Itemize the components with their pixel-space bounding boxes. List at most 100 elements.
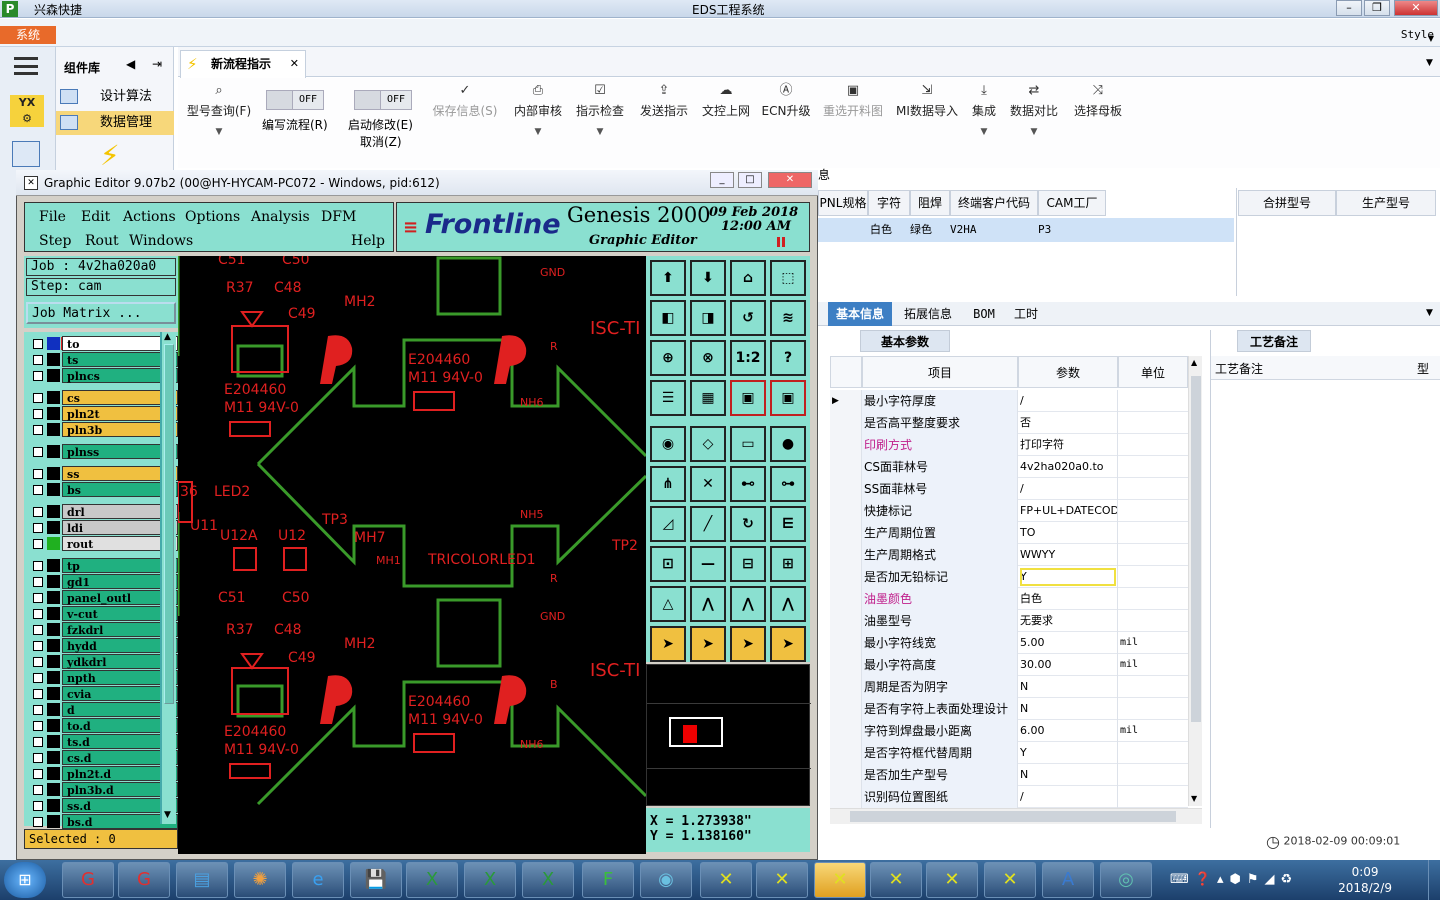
layer-row[interactable]: fzkdrl bbox=[30, 622, 178, 637]
tab-basic-params[interactable]: 基本参数 bbox=[860, 330, 950, 352]
scroll-thumb[interactable] bbox=[1191, 376, 1201, 722]
ribbon-collapse-icon[interactable]: ▼ bbox=[1426, 58, 1433, 68]
ruler-icon[interactable]: ▭ bbox=[730, 426, 766, 462]
tab-bom[interactable]: BOM bbox=[964, 302, 1004, 326]
select-poly-icon[interactable]: ➤ bbox=[730, 626, 766, 662]
start-button[interactable]: ⊞ bbox=[4, 862, 46, 898]
system-menu-button[interactable]: 系统 bbox=[0, 26, 56, 44]
layer-row[interactable]: drl bbox=[30, 504, 178, 519]
tab-process-notes[interactable]: 工艺备注 bbox=[1237, 330, 1311, 352]
delete-icon[interactable]: ✕ bbox=[690, 466, 726, 502]
pcb-canvas[interactable]: C51 C50 R37 C48 C49 MH2 GND ISC-TI E2044… bbox=[178, 256, 646, 854]
param-row[interactable]: 印刷方式 打印字符 bbox=[830, 434, 1188, 456]
lightning-icon[interactable]: ⚡ bbox=[100, 139, 120, 172]
param-value[interactable]: 30.00 bbox=[1018, 654, 1118, 676]
layer-checkbox[interactable] bbox=[33, 641, 43, 651]
param-value[interactable]: 6.00 bbox=[1018, 720, 1118, 742]
frontline-icon[interactable]: F bbox=[582, 862, 634, 898]
rotate-icon[interactable]: ↻ bbox=[730, 506, 766, 542]
layer-checkbox[interactable] bbox=[33, 705, 43, 715]
layer-checkbox[interactable] bbox=[33, 721, 43, 731]
pan-right-icon[interactable]: ◨ bbox=[690, 300, 726, 336]
tab-new-flow[interactable]: ⚡ 新流程指示 ✕ bbox=[180, 50, 306, 78]
param-value[interactable]: 白色 bbox=[1018, 588, 1118, 610]
param-row[interactable]: 油墨颜色 白色 bbox=[830, 588, 1188, 610]
layer-checkbox[interactable] bbox=[33, 339, 43, 349]
query-button[interactable]: ⌕ 型号查询(F) ▼ bbox=[184, 84, 254, 138]
upload-button[interactable]: ☁ 文控上网 bbox=[698, 84, 754, 119]
scroll-down-icon[interactable]: ▼ bbox=[164, 810, 171, 820]
scroll-thumb[interactable] bbox=[164, 344, 174, 704]
layer-row[interactable]: pln2t bbox=[30, 406, 178, 421]
layer-checkbox[interactable] bbox=[33, 753, 43, 763]
app-g2-icon[interactable]: G bbox=[118, 862, 170, 898]
tray-icons[interactable]: ⌨❓▴⬢⚑◢♻ bbox=[1170, 872, 1298, 887]
layer-checkbox[interactable] bbox=[33, 673, 43, 683]
layer-checkbox[interactable] bbox=[33, 625, 43, 635]
check-button[interactable]: ☑ 指示检查 ▼ bbox=[572, 84, 628, 138]
param-row[interactable]: 周期是否为阴字 N bbox=[830, 676, 1188, 698]
layer-row[interactable]: to bbox=[30, 336, 178, 351]
xterm3-icon[interactable]: ✕ bbox=[814, 862, 866, 898]
param-row[interactable]: 是否高平整度要求否 bbox=[830, 412, 1188, 434]
layer-checkbox[interactable] bbox=[33, 393, 43, 403]
param-row[interactable]: 识别码位置图纸 / bbox=[830, 786, 1188, 808]
minimize-button[interactable]: – bbox=[1336, 0, 1362, 16]
param-row[interactable]: 最小字符高度 30.00 mil bbox=[830, 654, 1188, 676]
layer-checkbox[interactable] bbox=[33, 785, 43, 795]
layer-row[interactable]: cs.d bbox=[30, 750, 178, 765]
snap-alt-icon[interactable]: ▣ bbox=[770, 380, 806, 416]
tab-extended-info[interactable]: 拓展信息 bbox=[896, 302, 960, 326]
excel2-icon[interactable]: X bbox=[464, 862, 516, 898]
xterm2-icon[interactable]: ✕ bbox=[756, 862, 808, 898]
layer-checkbox[interactable] bbox=[33, 689, 43, 699]
scroll-up-icon[interactable]: ▲ bbox=[1191, 358, 1197, 367]
genesis-minimize-button[interactable]: _ bbox=[710, 172, 734, 188]
select-net-icon[interactable]: ➤ bbox=[770, 626, 806, 662]
slash-line-icon[interactable]: ╱ bbox=[690, 506, 726, 542]
layer-checkbox[interactable] bbox=[33, 801, 43, 811]
save-button[interactable]: ✓ 保存信息(S) bbox=[430, 84, 500, 119]
param-value[interactable]: WWYY bbox=[1018, 544, 1118, 566]
doc-icon[interactable]: A bbox=[1042, 862, 1094, 898]
ie-icon[interactable]: e bbox=[292, 862, 344, 898]
layer-checkbox[interactable] bbox=[33, 425, 43, 435]
mirror-icon[interactable]: ⋿ bbox=[770, 506, 806, 542]
param-value[interactable]: N bbox=[1018, 676, 1118, 698]
layer-row[interactable]: cvia bbox=[30, 686, 178, 701]
param-value[interactable]: TO bbox=[1018, 522, 1118, 544]
layer-checkbox[interactable] bbox=[33, 409, 43, 419]
table-row[interactable]: 白色 绿色 V2HA P3 bbox=[818, 218, 1234, 242]
group-icon[interactable]: ⊞ bbox=[770, 546, 806, 582]
layer-row[interactable]: rout bbox=[30, 536, 178, 551]
layer-row[interactable]: ss bbox=[30, 466, 178, 481]
select-box-icon[interactable]: ➤ bbox=[690, 626, 726, 662]
mini-map[interactable] bbox=[646, 664, 811, 806]
layer-checkbox[interactable] bbox=[33, 657, 43, 667]
layer-checkbox[interactable] bbox=[33, 737, 43, 747]
viewer-icon[interactable]: ◉ bbox=[640, 862, 692, 898]
zoom-in-icon[interactable]: ⊕ bbox=[650, 340, 686, 376]
layer-checkbox[interactable] bbox=[33, 507, 43, 517]
layer-row[interactable]: plncs bbox=[30, 368, 178, 383]
layer-checkbox[interactable] bbox=[33, 355, 43, 365]
pin-icon[interactable]: ⇥ bbox=[152, 57, 162, 71]
layer-row[interactable]: ts bbox=[30, 352, 178, 367]
start-modify-toggle[interactable]: OFF bbox=[354, 90, 412, 110]
menu-options[interactable]: Options bbox=[185, 209, 240, 225]
param-value[interactable]: 无要求 bbox=[1018, 610, 1118, 632]
shell-icon[interactable]: ✺ bbox=[234, 862, 286, 898]
param-row[interactable]: 字符到焊盘最小距离 6.00 mil bbox=[830, 720, 1188, 742]
col-mask[interactable]: 阻焊 bbox=[910, 190, 950, 216]
layer-checkbox[interactable] bbox=[33, 593, 43, 603]
xterm6-icon[interactable]: ✕ bbox=[984, 862, 1036, 898]
polygon-icon[interactable]: ◇ bbox=[690, 426, 726, 462]
integrate-button[interactable]: ⤓ 集成 ▼ bbox=[966, 84, 1002, 138]
pan-left-icon[interactable]: ◧ bbox=[650, 300, 686, 336]
nav-item-data-management[interactable]: 数据管理 bbox=[56, 111, 174, 135]
param-row[interactable]: 快捷标记 FP+UL+DATECODE bbox=[830, 500, 1188, 522]
snap-icon[interactable]: ▣ bbox=[730, 380, 766, 416]
move-icon[interactable]: ⊡ bbox=[650, 546, 686, 582]
calculator-icon[interactable] bbox=[12, 141, 40, 167]
horizontal-scrollbar[interactable] bbox=[830, 808, 1202, 824]
